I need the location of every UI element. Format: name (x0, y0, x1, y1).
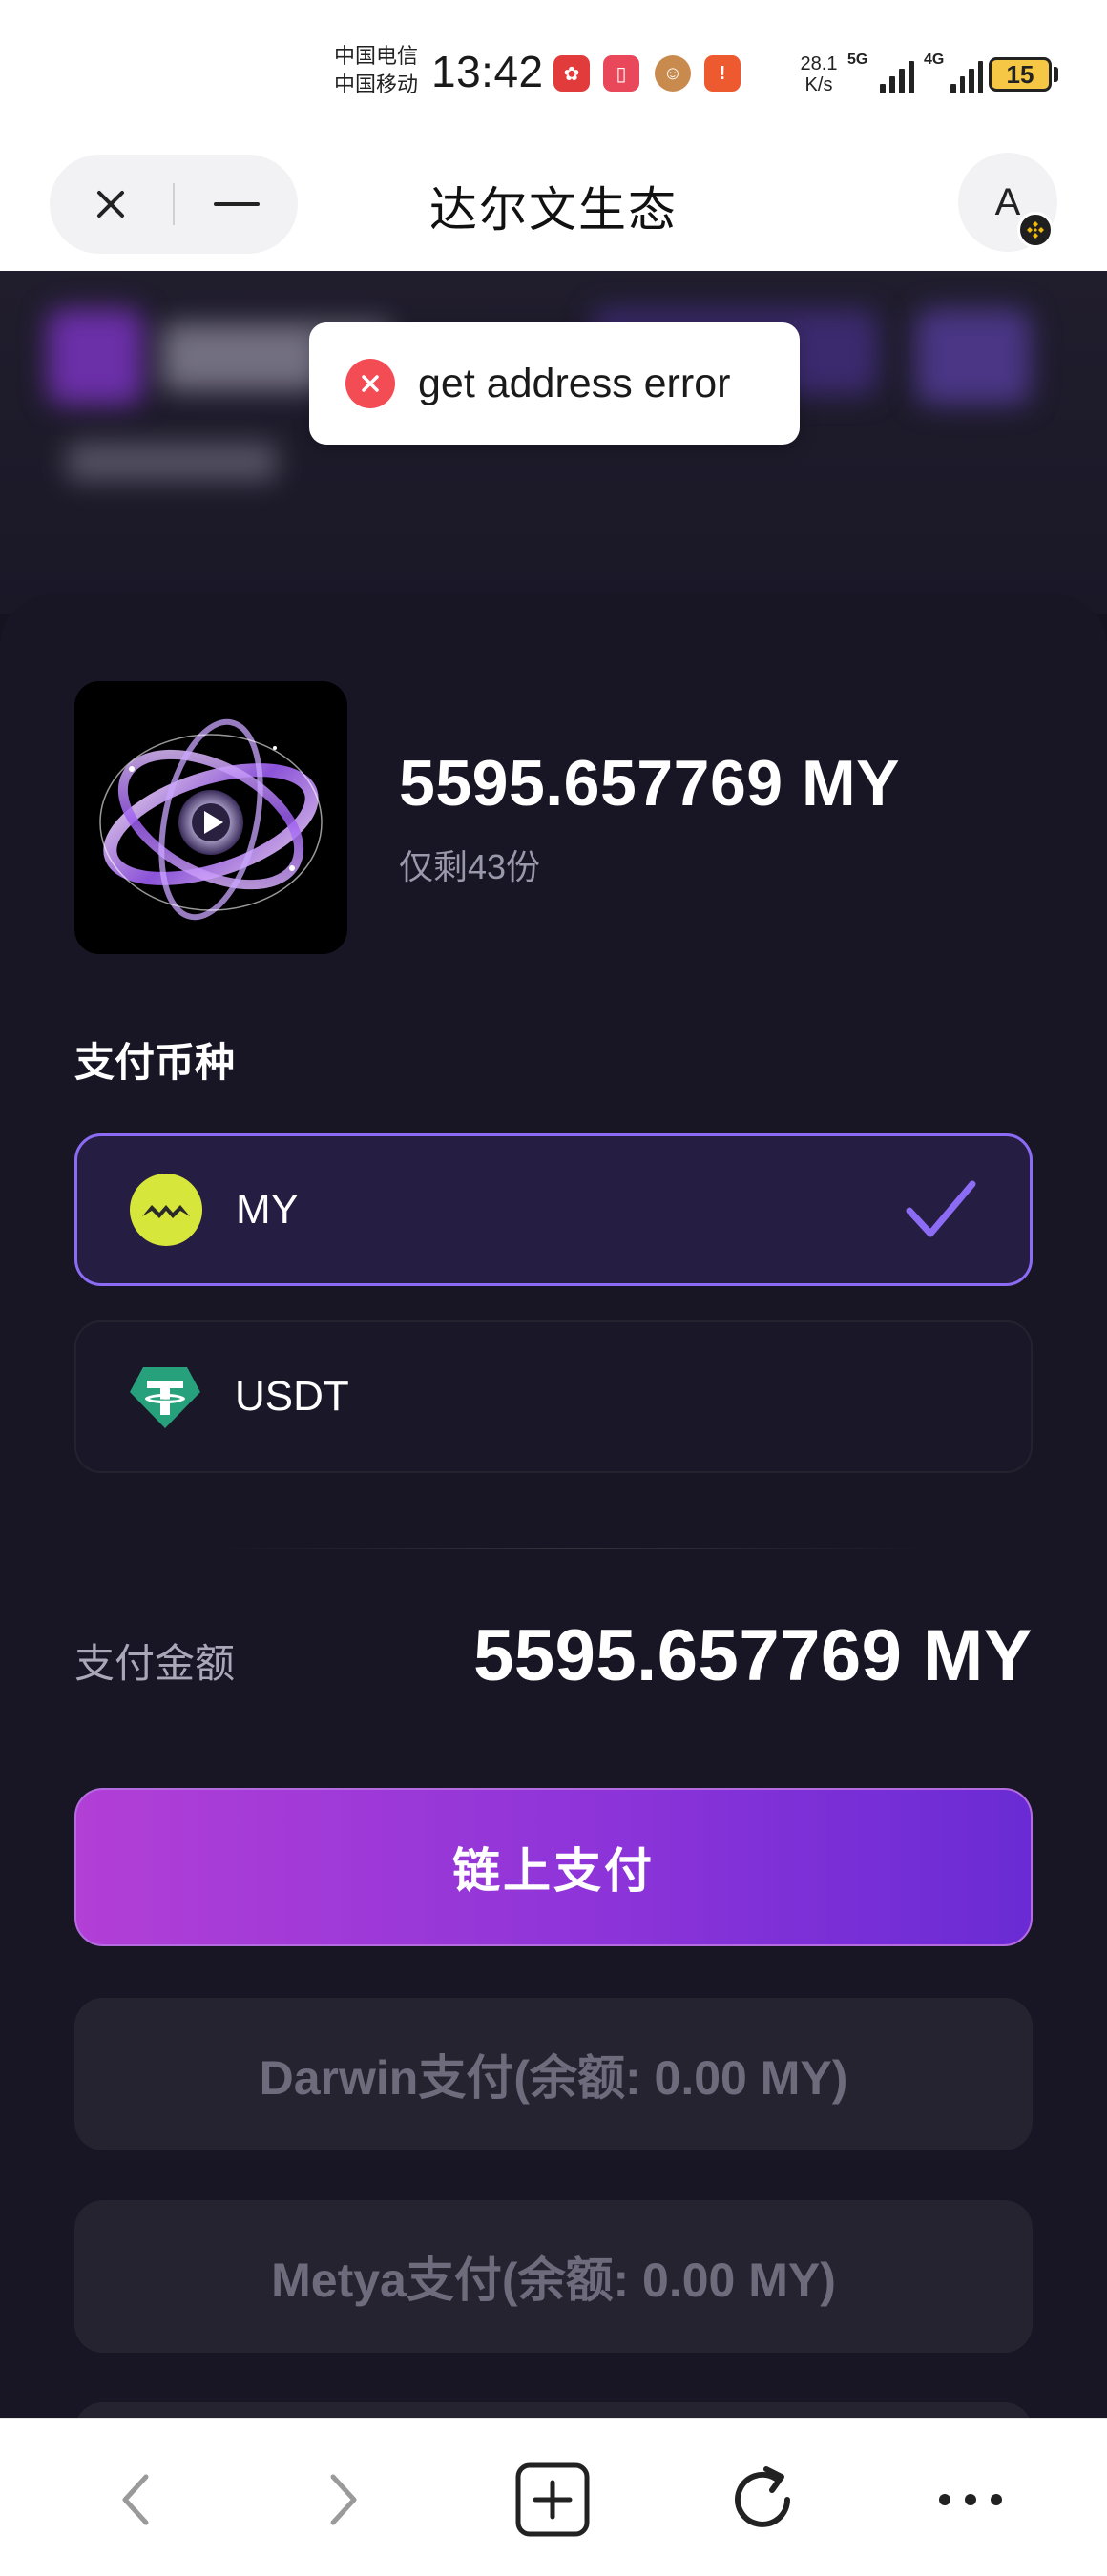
checkmark-icon (906, 1180, 976, 1237)
remaining-stock: 仅剩43份 (399, 847, 541, 886)
signal-5g-icon: 5G (847, 52, 914, 93)
currency-option-my[interactable]: MY (74, 1133, 1033, 1286)
toast-message: get address error (418, 360, 731, 406)
product-image (74, 681, 347, 954)
currency-label-usdt: USDT (235, 1373, 349, 1420)
back-button[interactable] (84, 2447, 189, 2552)
bnb-chain-icon (1017, 212, 1054, 248)
forward-button[interactable] (290, 2447, 395, 2552)
account-avatar[interactable]: A (958, 153, 1057, 252)
section-divider (219, 1548, 926, 1549)
orbit-logo-icon (99, 718, 323, 921)
battery-icon: 15 (989, 57, 1052, 92)
currency-label-my: MY (236, 1186, 299, 1233)
carrier-info: 中国电信 中国移动 (334, 42, 418, 99)
browser-bottom-nav (0, 2418, 1107, 2576)
chevron-right-icon (330, 2474, 357, 2525)
net-speed-value: 28.1 (800, 53, 838, 74)
payment-amount-label: 支付金额 (74, 1641, 236, 1686)
metya-pay-button[interactable]: Metya支付(余额: 0.00 MY) (74, 2200, 1033, 2353)
avatar-letter: A (994, 180, 1021, 223)
huawei-app-icon: ✿ (554, 55, 590, 92)
book-app-icon: ▯ (603, 55, 639, 92)
onchain-pay-button[interactable]: 链上支付 (74, 1788, 1033, 1946)
payment-currency-label: 支付币种 (74, 1040, 236, 1085)
status-bar: 中国电信 中国移动 13:42 ✿ ▯ ☺ ! 28.1 K/s 5G 4G 1… (0, 0, 1107, 143)
more-menu-button[interactable] (918, 2447, 1023, 2552)
currency-option-usdt[interactable]: USDT (74, 1320, 1033, 1473)
net-speed-unit: K/s (804, 74, 833, 95)
page-title: 达尔文生态 (429, 183, 678, 237)
more-dots-icon (939, 2494, 1002, 2505)
clock: 13:42 (431, 47, 544, 96)
darwin-pay-button[interactable]: Darwin支付(余额: 0.00 MY) (74, 1998, 1033, 2150)
error-toast: get address error (309, 322, 800, 445)
my-coin-icon (129, 1173, 203, 1247)
refresh-button[interactable] (710, 2447, 815, 2552)
new-tab-button[interactable] (500, 2447, 605, 2552)
refresh-icon (735, 2466, 790, 2527)
battery-tip (1054, 67, 1058, 82)
game-app-icon: ☺ (655, 55, 691, 92)
add-tab-icon (515, 2462, 590, 2537)
battery-level: 15 (1006, 59, 1034, 89)
browser-title-bar: 达尔文生态 A (0, 143, 1107, 271)
chevron-left-icon (122, 2474, 149, 2525)
network-speed: 28.1 K/s (795, 53, 843, 95)
payment-amount-value: 5595.657769 MY (473, 1615, 1033, 1696)
alert-app-icon: ! (704, 55, 741, 92)
usdt-icon (128, 1360, 202, 1434)
error-icon (345, 359, 395, 408)
product-price: 5595.657769 MY (399, 747, 900, 820)
carrier-2: 中国移动 (334, 73, 419, 96)
carrier-1: 中国电信 (334, 44, 419, 68)
payment-sheet: 5595.657769 MY 仅剩43份 支付币种 MY USDT 支付金额 5… (0, 593, 1107, 2460)
signal-4g-icon: 4G (924, 52, 983, 93)
